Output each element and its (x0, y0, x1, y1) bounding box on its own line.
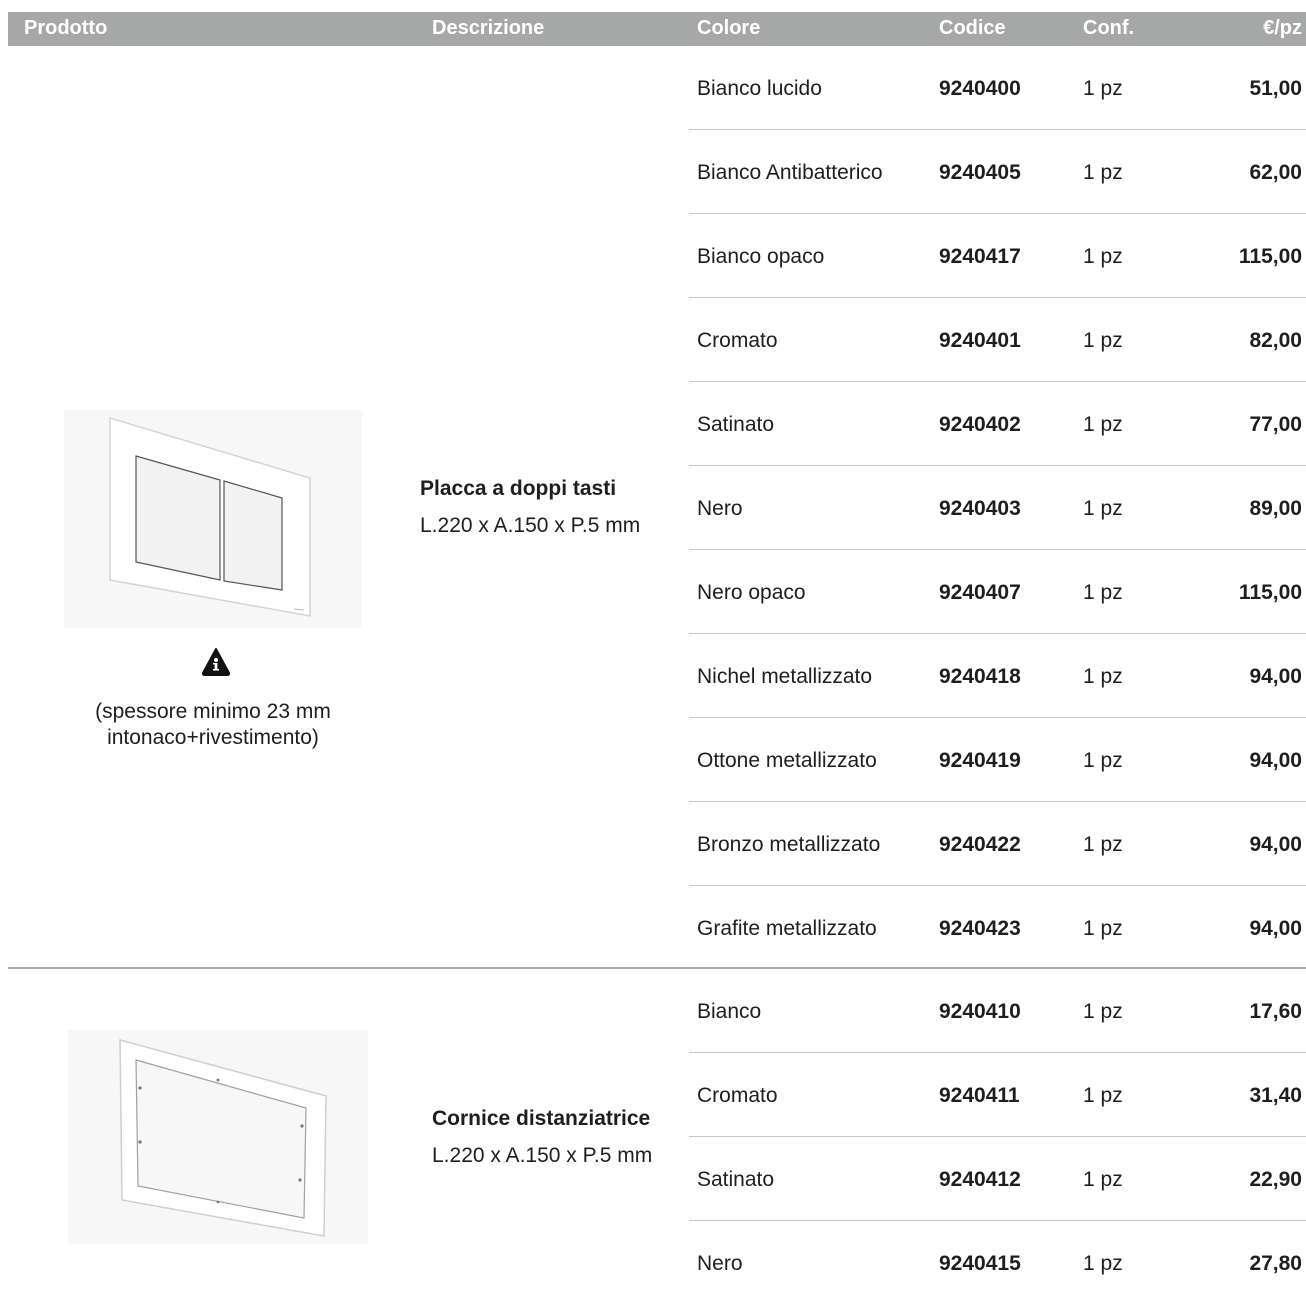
code-cell: 9240415 (939, 1252, 1021, 1275)
price-cell: 31,40 (1249, 1084, 1302, 1107)
code-cell: 9240407 (939, 581, 1021, 604)
table-row: Bianco lucido 9240400 1 pz 51,00 (689, 46, 1306, 130)
price-cell: 82,00 (1249, 329, 1302, 352)
product-title: Cornice distanziatrice (432, 1107, 651, 1130)
conf-cell: 1 pz (1083, 1000, 1123, 1023)
color-cell: Bianco lucido (697, 77, 822, 100)
color-cell: Grafite metallizzato (697, 917, 877, 940)
color-cell: Nero (697, 1252, 743, 1275)
note-line-1: (spessore minimo 23 mm (95, 700, 331, 723)
price-cell: 94,00 (1249, 665, 1302, 688)
conf-cell: 1 pz (1083, 1084, 1123, 1107)
price-cell: 51,00 (1249, 77, 1302, 100)
table-row: Nero 9240415 1 pz 27,80 (689, 1221, 1306, 1298)
conf-cell: 1 pz (1083, 749, 1123, 772)
color-cell: Bronzo metallizzato (697, 833, 881, 856)
header-prezzo: €/pz (1263, 17, 1302, 39)
conf-cell: 1 pz (1083, 161, 1123, 184)
color-cell: Cromato (697, 1084, 778, 1107)
color-cell: Satinato (697, 413, 775, 436)
table-row: Cromato 9240411 1 pz 31,40 (689, 1053, 1306, 1137)
table-row: Bianco opaco 9240417 1 pz 115,00 (689, 214, 1306, 298)
product-dimensions: L.220 x A.150 x P.5 mm (420, 514, 641, 537)
code-cell: 9240401 (939, 329, 1021, 352)
header-prodotto: Prodotto (24, 17, 108, 39)
code-cell: 9240402 (939, 413, 1021, 436)
thickness-note: (spessore minimo 23 mm intonaco+rivestim… (40, 699, 386, 751)
conf-cell: 1 pz (1083, 833, 1123, 856)
table-row: Satinato 9240412 1 pz 22,90 (689, 1137, 1306, 1221)
color-cell: Ottone metallizzato (697, 749, 877, 772)
price-cell: 115,00 (1238, 245, 1302, 268)
warning-icon (201, 648, 231, 676)
conf-cell: 1 pz (1083, 413, 1123, 436)
color-cell: Satinato (697, 1168, 775, 1191)
code-cell: 9240412 (939, 1168, 1021, 1191)
table-row: Bianco 9240410 1 pz 17,60 (689, 969, 1306, 1053)
code-cell: 9240410 (939, 1000, 1021, 1023)
table-row: Bianco Antibatterico 9240405 1 pz 62,00 (689, 130, 1306, 214)
header-colore: Colore (697, 17, 761, 39)
price-cell: 77,00 (1249, 413, 1302, 436)
color-cell: Bianco opaco (697, 245, 825, 268)
code-cell: 9240411 (939, 1084, 1020, 1107)
table-row: Grafite metallizzato 9240423 1 pz 94,00 (689, 886, 1306, 970)
price-cell: 27,80 (1249, 1252, 1302, 1275)
spacer-frame-image (68, 1030, 368, 1244)
table-row: Satinato 9240402 1 pz 77,00 (689, 382, 1306, 466)
code-cell: 9240405 (939, 161, 1021, 184)
table-header: Prodotto Descrizione Colore Codice Conf.… (8, 12, 1306, 46)
table-row: Nichel metallizzato 9240418 1 pz 94,00 (689, 634, 1306, 718)
header-codice: Codice (939, 17, 1006, 39)
color-cell: Bianco (697, 1000, 762, 1023)
header-conf: Conf. (1083, 17, 1135, 39)
code-cell: 9240418 (939, 665, 1021, 688)
table-row: Cromato 9240401 1 pz 82,00 (689, 298, 1306, 382)
conf-cell: 1 pz (1083, 665, 1123, 688)
conf-cell: 1 pz (1083, 1252, 1123, 1275)
price-cell: 94,00 (1249, 749, 1302, 772)
conf-cell: 1 pz (1083, 497, 1123, 520)
conf-cell: 1 pz (1083, 917, 1123, 940)
price-cell: 22,90 (1249, 1168, 1302, 1191)
price-cell: 62,00 (1249, 161, 1302, 184)
header-descrizione: Descrizione (432, 17, 545, 39)
color-cell: Bianco Antibatterico (697, 161, 883, 184)
conf-cell: 1 pz (1083, 329, 1123, 352)
conf-cell: 1 pz (1083, 1168, 1123, 1191)
table-row: Nero 9240403 1 pz 89,00 (689, 466, 1306, 550)
price-cell: 89,00 (1249, 497, 1302, 520)
color-cell: Nero (697, 497, 743, 520)
color-cell: Nero opaco (697, 581, 806, 604)
code-cell: 9240419 (939, 749, 1021, 772)
flush-plate-image (64, 410, 362, 628)
price-cell: 94,00 (1249, 917, 1302, 940)
table-row: Bronzo metallizzato 9240422 1 pz 94,00 (689, 802, 1306, 886)
table-row: Nero opaco 9240407 1 pz 115,00 (689, 550, 1306, 634)
conf-cell: 1 pz (1083, 581, 1123, 604)
code-cell: 9240423 (939, 917, 1021, 940)
code-cell: 9240422 (939, 833, 1021, 856)
price-cell: 115,00 (1238, 581, 1302, 604)
conf-cell: 1 pz (1083, 245, 1123, 268)
code-cell: 9240400 (939, 77, 1021, 100)
code-cell: 9240403 (939, 497, 1021, 520)
note-line-2: intonaco+rivestimento) (107, 726, 319, 749)
code-cell: 9240417 (939, 245, 1021, 268)
product-dimensions: L.220 x A.150 x P.5 mm (432, 1144, 653, 1167)
color-cell: Nichel metallizzato (697, 665, 873, 688)
product-title: Placca a doppi tasti (420, 477, 617, 500)
price-cell: 17,60 (1249, 1000, 1302, 1023)
price-cell: 94,00 (1249, 833, 1302, 856)
color-cell: Cromato (697, 329, 778, 352)
conf-cell: 1 pz (1083, 77, 1123, 100)
table-row: Ottone metallizzato 9240419 1 pz 94,00 (689, 718, 1306, 802)
